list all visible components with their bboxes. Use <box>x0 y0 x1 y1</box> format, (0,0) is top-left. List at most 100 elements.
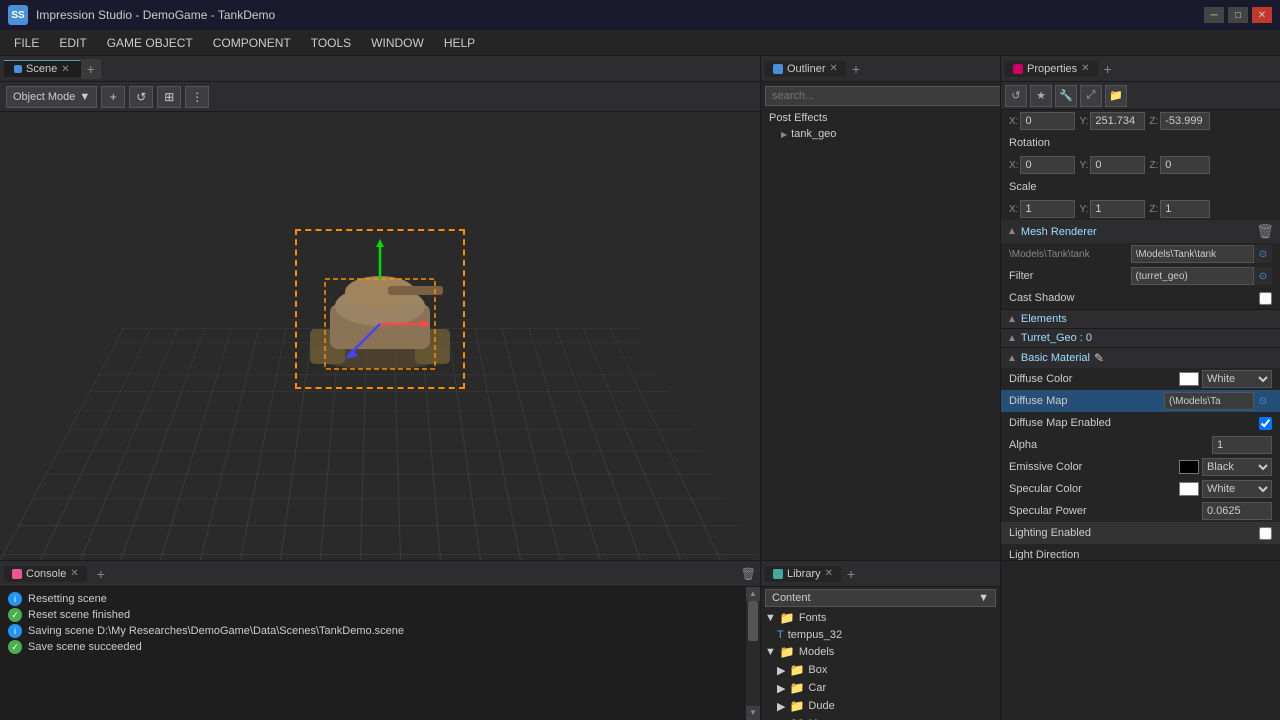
scroll-thumb[interactable] <box>748 601 758 641</box>
menu-game-object[interactable]: GAME OBJECT <box>97 34 203 52</box>
scene-tab-close[interactable]: ✕ <box>61 64 69 75</box>
viewport-toolbar: Object Mode ▼ + ↺ ⊞ ⋮ <box>0 82 760 112</box>
mode-label: Object Mode <box>13 91 75 103</box>
menu-edit[interactable]: EDIT <box>49 34 96 52</box>
props-icon-share[interactable]: ⤢ <box>1080 85 1102 107</box>
tab-library[interactable]: Library ✕ <box>765 566 841 582</box>
alpha-input[interactable]: 1 <box>1212 436 1272 454</box>
menu-window[interactable]: WINDOW <box>361 34 434 52</box>
diffuse-map-enabled-checkbox[interactable] <box>1259 417 1272 430</box>
tank-svg <box>300 234 460 384</box>
scene-tab-add[interactable]: + <box>81 59 101 79</box>
mode-dropdown[interactable]: Object Mode ▼ <box>6 86 97 108</box>
log-item: ✓ Reset scene finished <box>4 607 742 623</box>
emissive-color-dropdown[interactable]: Black <box>1202 458 1272 476</box>
3d-viewport[interactable] <box>0 112 760 560</box>
scene-tab-icon <box>14 65 22 73</box>
filter-target-btn[interactable]: ⊙ <box>1254 267 1272 285</box>
scroll-down-btn[interactable]: ▼ <box>746 706 760 720</box>
scale-z-input[interactable]: 1 <box>1160 200 1210 218</box>
library-tab-add[interactable]: + <box>841 566 861 582</box>
library-item-fonts[interactable]: ▼ 📁 Fonts <box>761 609 1000 627</box>
console-tab-add[interactable]: + <box>91 566 111 582</box>
expand-icon: ▶ <box>777 682 785 695</box>
library-item-dude[interactable]: ▶ 📁 Dude <box>761 697 1000 715</box>
diffuse-color-swatch[interactable] <box>1179 372 1199 386</box>
console-scrollbar[interactable]: ▲ ▼ <box>746 587 760 720</box>
diffuse-color-dropdown[interactable]: White <box>1202 370 1272 388</box>
tab-console[interactable]: Console ✕ <box>4 566 87 582</box>
maximize-button[interactable]: □ <box>1228 7 1248 23</box>
library-item-models[interactable]: ▼ 📁 Models <box>761 643 1000 661</box>
folder-icon: 📁 <box>789 699 804 713</box>
tab-scene[interactable]: Scene ✕ <box>4 60 81 77</box>
filter-row: Filter ⊙ <box>1001 265 1280 287</box>
library-item-mo[interactable]: ▶ 📁 Mo <box>761 715 1000 720</box>
menu-component[interactable]: COMPONENT <box>203 34 301 52</box>
rot-z-input[interactable]: 0 <box>1160 156 1210 174</box>
scale-x-input[interactable]: 1 <box>1020 200 1075 218</box>
elements-header[interactable]: ▲ Elements <box>1001 310 1280 328</box>
console-tab-close[interactable]: ✕ <box>70 568 78 579</box>
outliner-tab-close[interactable]: ✕ <box>830 63 838 74</box>
tab-outliner[interactable]: Outliner ✕ <box>765 61 846 77</box>
props-icon-tool[interactable]: 🔧 <box>1055 85 1077 107</box>
menu-tools[interactable]: TOOLS <box>301 34 361 52</box>
turret-geo-header[interactable]: ▲ Turret_Geo : 0 <box>1001 329 1280 347</box>
library-tab-close[interactable]: ✕ <box>825 568 833 579</box>
close-button[interactable]: ✕ <box>1252 7 1272 23</box>
props-tab-close[interactable]: ✕ <box>1081 63 1089 74</box>
outliner-search[interactable] <box>765 86 1004 106</box>
pos-y-input[interactable] <box>1090 112 1145 130</box>
mode-arrow: ▼ <box>79 91 90 103</box>
log-info-icon: i <box>8 592 22 606</box>
minimize-button[interactable]: ─ <box>1204 7 1224 23</box>
scale-y-input[interactable]: 1 <box>1090 200 1145 218</box>
basic-material-header[interactable]: ▲ Basic Material ✎ <box>1001 348 1280 368</box>
specular-color-swatch[interactable] <box>1179 482 1199 496</box>
scroll-up-btn[interactable]: ▲ <box>746 587 760 601</box>
pos-x-input[interactable] <box>1020 112 1075 130</box>
library-content-dropdown[interactable]: Content ▼ <box>765 589 996 607</box>
rot-y-input[interactable]: 0 <box>1090 156 1145 174</box>
specular-power-input[interactable]: 0.0625 <box>1202 502 1272 520</box>
tab-properties[interactable]: Properties ✕ <box>1005 61 1098 77</box>
material-edit-btn[interactable]: ✎ <box>1094 351 1104 365</box>
library-item-car[interactable]: ▶ 📁 Car <box>761 679 1000 697</box>
specular-power-row: Specular Power 0.0625 <box>1001 500 1280 522</box>
library-item-tempus32[interactable]: T tempus_32 <box>761 627 1000 643</box>
model-target-btn[interactable]: ⊙ <box>1254 245 1272 263</box>
mesh-renderer-header[interactable]: ▲ Mesh Renderer 🗑 <box>1001 220 1280 243</box>
props-icon-folder[interactable]: 📁 <box>1105 85 1127 107</box>
specular-color-dropdown[interactable]: White <box>1202 480 1272 498</box>
props-tab-add[interactable]: + <box>1098 61 1118 77</box>
menu-file[interactable]: FILE <box>4 34 49 52</box>
diffuse-map-row: Diffuse Map ⊙ <box>1001 390 1280 412</box>
library-item-box[interactable]: ▶ 📁 Box <box>761 661 1000 679</box>
outliner-tab-add[interactable]: + <box>846 61 866 77</box>
emissive-color-swatch[interactable] <box>1179 460 1199 474</box>
outliner-item-post-effects[interactable]: Post Effects <box>761 110 1000 126</box>
props-icon-star[interactable]: ★ <box>1030 85 1052 107</box>
outliner-item-tank-geo[interactable]: ▶ tank_geo <box>761 126 1000 142</box>
lighting-enabled-checkbox[interactable] <box>1259 527 1272 540</box>
model-input[interactable] <box>1132 249 1232 260</box>
filter-input[interactable] <box>1132 271 1232 282</box>
pos-z-input[interactable] <box>1160 112 1210 130</box>
turret-geo-section: ▲ Turret_Geo : 0 <box>1001 329 1280 348</box>
props-icon-refresh[interactable]: ↺ <box>1005 85 1027 107</box>
menu-help[interactable]: HELP <box>434 34 485 52</box>
vp-refresh-btn[interactable]: ↺ <box>129 86 153 108</box>
vp-grid-btn[interactable]: ⋮ <box>185 86 209 108</box>
cast-shadow-checkbox[interactable] <box>1259 292 1272 305</box>
vp-add-btn[interactable]: + <box>101 86 125 108</box>
rot-x-input[interactable]: 0 <box>1020 156 1075 174</box>
lighting-enabled-row: Lighting Enabled <box>1001 522 1280 544</box>
diffuse-map-target-btn[interactable]: ⊙ <box>1254 392 1272 410</box>
expand-icon: ▼ <box>765 612 776 624</box>
console-clear-btn[interactable]: 🗑 <box>741 567 756 581</box>
vp-view-btn[interactable]: ⊞ <box>157 86 181 108</box>
model-input-wrap <box>1131 245 1255 263</box>
diffuse-map-input[interactable] <box>1165 396 1245 407</box>
mesh-delete-btn[interactable]: 🗑 <box>1256 223 1274 240</box>
